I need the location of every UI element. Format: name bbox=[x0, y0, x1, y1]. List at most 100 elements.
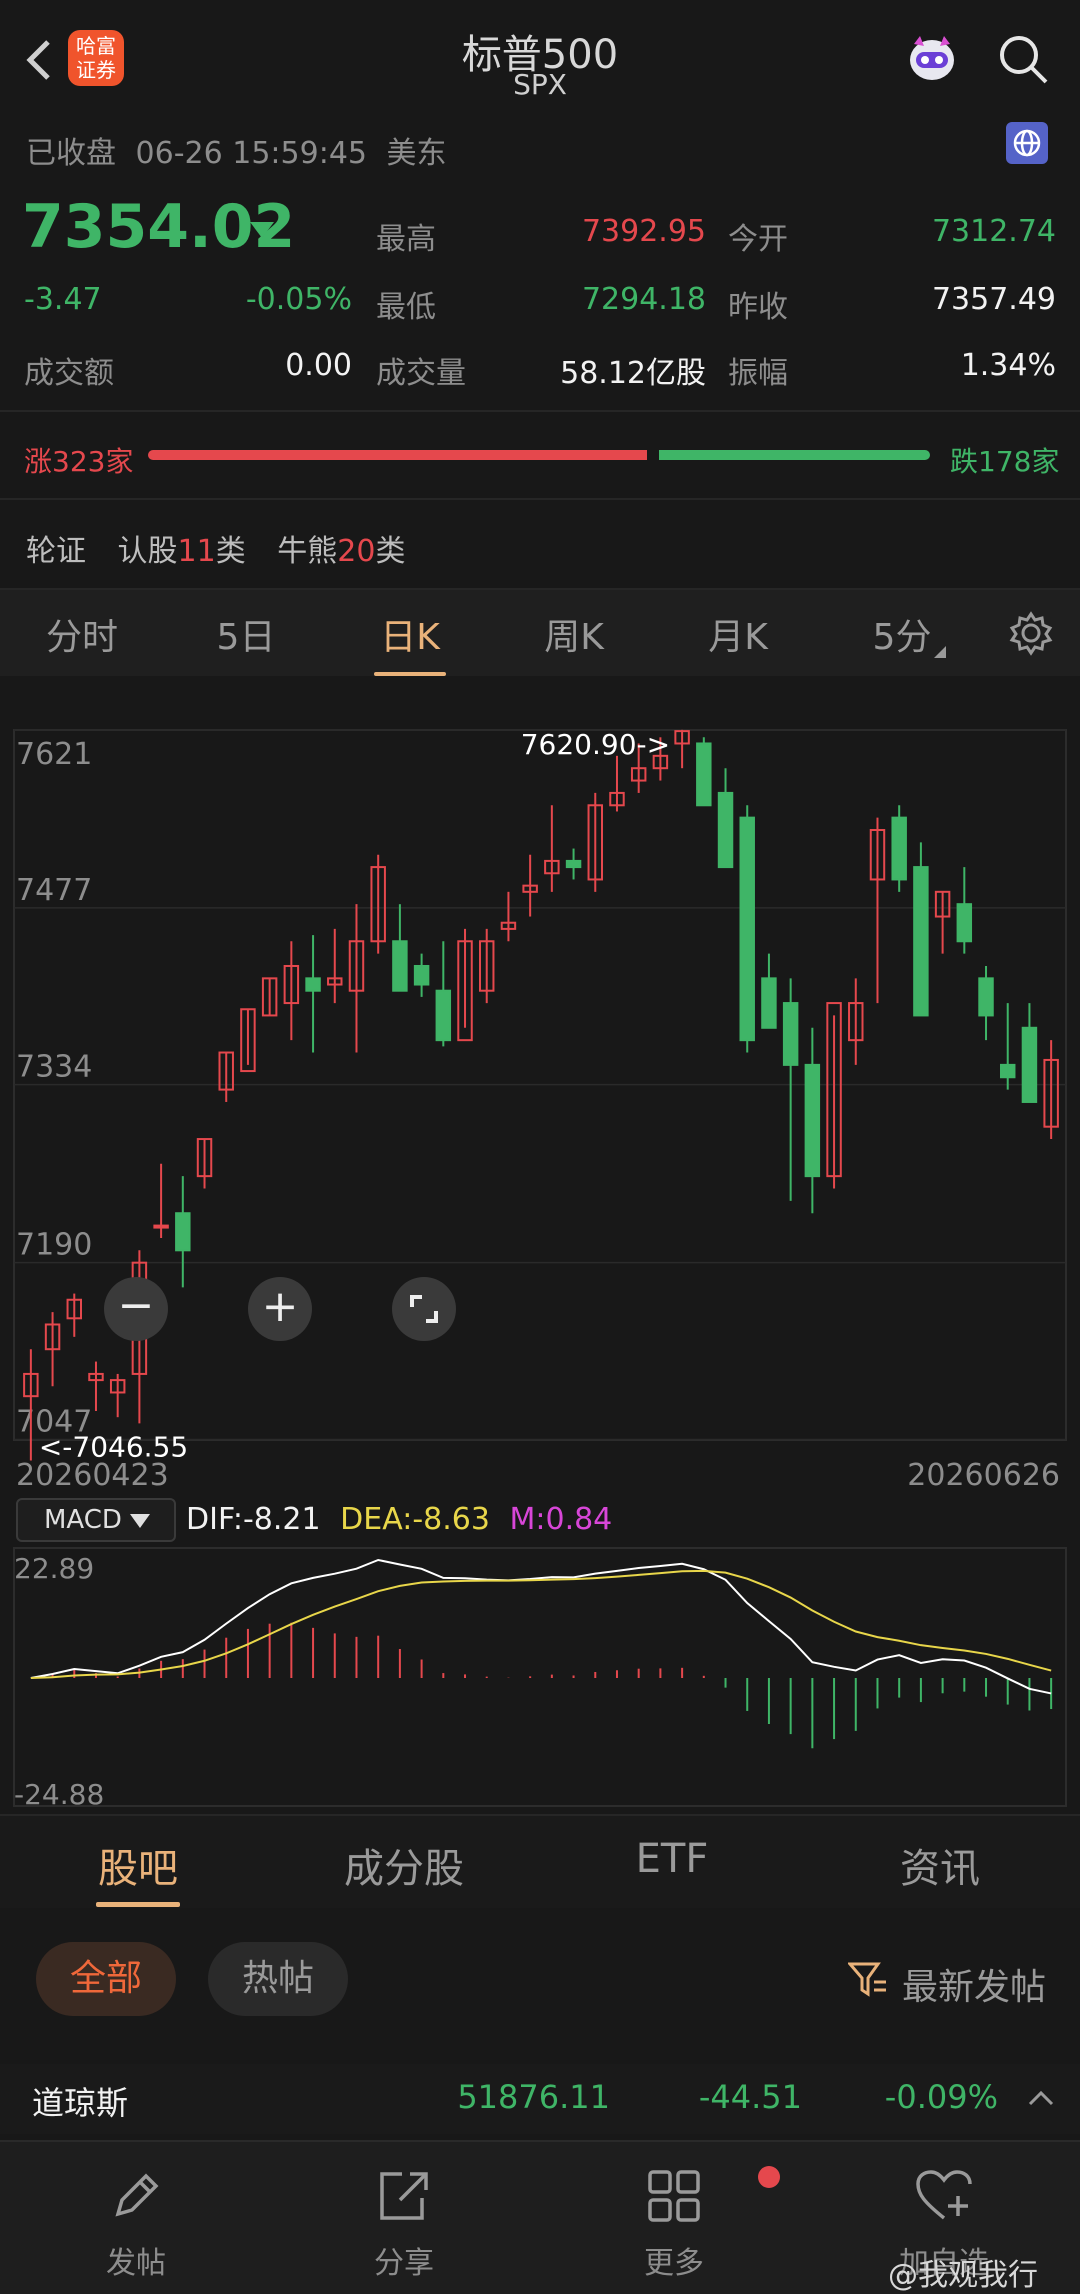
turnover-label: 成交额 bbox=[24, 356, 114, 391]
nav-more[interactable]: 更多 bbox=[584, 2142, 780, 2282]
candle-body bbox=[999, 1063, 1016, 1079]
indicator-label: MACD bbox=[44, 1505, 122, 1535]
low-value: 7294.18 bbox=[581, 282, 706, 317]
divider bbox=[0, 410, 1080, 412]
pen-icon bbox=[115, 2173, 159, 2217]
candle-body bbox=[1021, 1026, 1038, 1103]
prev-close-label: 昨收 bbox=[728, 290, 788, 325]
y-tick-label: 7334 bbox=[16, 1050, 92, 1085]
candle-body bbox=[565, 859, 582, 869]
macd-frame bbox=[13, 1547, 1067, 1807]
chevron-up-icon[interactable] bbox=[1028, 2090, 1054, 2106]
macd-chart[interactable] bbox=[0, 1544, 1080, 1814]
status-market: 美东 bbox=[386, 136, 447, 171]
chevron-down-icon bbox=[130, 1514, 150, 1528]
y-tick-label: 7477 bbox=[16, 873, 92, 908]
notification-dot bbox=[758, 2166, 780, 2188]
price-change: -3.47 bbox=[24, 282, 102, 317]
open-value: 7312.74 bbox=[931, 214, 1056, 249]
price-change-pct: -0.05% bbox=[245, 282, 352, 317]
tab-guba[interactable]: 股吧 bbox=[38, 1836, 238, 1894]
bull-bear-certs[interactable]: 牛熊20类 bbox=[277, 534, 405, 569]
breadth-down-segment bbox=[659, 450, 930, 460]
ticker-change: -44.51 bbox=[698, 2078, 802, 2116]
fullscreen-button[interactable] bbox=[392, 1277, 456, 1341]
back-icon[interactable] bbox=[24, 38, 54, 82]
candle-body bbox=[413, 964, 430, 986]
candle-body bbox=[392, 940, 408, 992]
zoom-out-button[interactable]: − bbox=[104, 1277, 168, 1341]
call-warrants[interactable]: 认股11类 bbox=[118, 534, 246, 569]
candle-body bbox=[305, 977, 321, 992]
tab-5day[interactable]: 5日 bbox=[166, 608, 326, 660]
open-label: 今开 bbox=[728, 222, 788, 257]
nav-share[interactable]: 分享 bbox=[314, 2142, 494, 2282]
robot-icon[interactable] bbox=[900, 26, 964, 90]
macd-m: M:0.84 bbox=[509, 1502, 613, 1537]
high-value: 7392.95 bbox=[581, 214, 706, 249]
share-icon bbox=[380, 2172, 428, 2220]
nav-post-label: 发帖 bbox=[106, 2246, 166, 2281]
advancers-count: 涨323家 bbox=[24, 445, 134, 478]
macd-top-label: 22.89 bbox=[14, 1552, 95, 1585]
globe-icon[interactable] bbox=[1006, 122, 1048, 164]
candle-body bbox=[782, 1002, 799, 1066]
filter-hot-chip[interactable]: 热帖 bbox=[208, 1942, 348, 2016]
period-tabs: 分时 5日 日K 周K 月K 5分 bbox=[0, 590, 1080, 676]
turnover-value: 0.00 bbox=[285, 348, 352, 383]
candle-body bbox=[978, 977, 994, 1017]
chart-end-date: 20260626 bbox=[907, 1458, 1060, 1493]
nav-post[interactable]: 发帖 bbox=[46, 2142, 226, 2282]
tab-etf[interactable]: ETF bbox=[572, 1836, 772, 1882]
candlestick-chart[interactable]: 762174777334719070477620.90-><-7046.55 bbox=[0, 700, 1080, 1480]
nav-share-label: 分享 bbox=[374, 2246, 434, 2281]
candle-body bbox=[717, 791, 734, 869]
macd-bottom-label: -24.88 bbox=[14, 1778, 105, 1811]
divider bbox=[0, 498, 1080, 500]
grid-icon bbox=[648, 2170, 700, 2222]
tab-weekly-k[interactable]: 周K bbox=[494, 608, 654, 660]
filter-all-chip[interactable]: 全部 bbox=[36, 1942, 176, 2016]
market-status: 已收盘 06-26 15:59:45 美东 bbox=[26, 128, 447, 172]
active-tab-underline bbox=[374, 672, 446, 676]
ticker-row[interactable]: 道琼斯 51876.11 -44.51 -0.09% bbox=[0, 2064, 1080, 2134]
bottom-nav: 发帖 分享 更多 加自选 @我观我行 bbox=[0, 2140, 1080, 2294]
dropdown-corner-icon bbox=[934, 646, 946, 658]
tab-constituents[interactable]: 成分股 bbox=[304, 1836, 504, 1894]
high-label: 最高 bbox=[376, 222, 436, 257]
section-tabs-bar: 股吧 成分股 ETF 资讯 bbox=[0, 1814, 1080, 1908]
candle-body bbox=[175, 1212, 191, 1252]
tab-daily-k[interactable]: 日K bbox=[330, 608, 490, 660]
macd-values: DIF:-8.21 DEA:-8.63 M:0.84 bbox=[186, 1502, 612, 1537]
decliners-count: 跌178家 bbox=[950, 445, 1060, 478]
volume-label: 成交量 bbox=[376, 356, 466, 391]
tab-intraday[interactable]: 分时 bbox=[2, 608, 162, 660]
y-tick-label: 7190 bbox=[16, 1228, 92, 1263]
ticker-pct: -0.09% bbox=[884, 2078, 998, 2116]
ticker-price: 51876.11 bbox=[457, 2078, 610, 2116]
tab-5min[interactable]: 5分 bbox=[822, 608, 982, 660]
indicator-selector[interactable]: MACD bbox=[16, 1498, 176, 1542]
sort-filter-icon[interactable] bbox=[848, 1960, 888, 2000]
sort-latest-label[interactable]: 最新发帖 bbox=[902, 1958, 1046, 2010]
fullscreen-icon bbox=[410, 1295, 438, 1323]
search-icon[interactable] bbox=[996, 32, 1050, 86]
active-section-underline bbox=[96, 1902, 180, 1907]
y-tick-label: 7621 bbox=[16, 737, 92, 772]
candle-body bbox=[739, 816, 755, 1042]
breadth-bar bbox=[148, 450, 930, 460]
watermark: @我观我行 bbox=[888, 2258, 1038, 2293]
candle-body bbox=[956, 903, 973, 943]
top-bar: 哈富证券 标普500 SPX bbox=[0, 0, 1080, 110]
tab-news[interactable]: 资讯 bbox=[840, 1836, 1040, 1894]
macd-dea: DEA:-8.63 bbox=[340, 1502, 490, 1537]
prev-close-value: 7357.49 bbox=[931, 282, 1056, 317]
warrants-row[interactable]: 轮证 认股11类 牛熊20类 bbox=[26, 526, 405, 570]
amplitude-value: 1.34% bbox=[960, 348, 1056, 383]
gear-icon[interactable] bbox=[1008, 610, 1054, 656]
zoom-in-button[interactable]: + bbox=[248, 1277, 312, 1341]
max-price-label: 7620.90-> bbox=[521, 728, 670, 761]
amplitude-label: 振幅 bbox=[728, 356, 788, 391]
page-subtitle: SPX bbox=[513, 68, 567, 101]
tab-monthly-k[interactable]: 月K bbox=[658, 608, 818, 660]
